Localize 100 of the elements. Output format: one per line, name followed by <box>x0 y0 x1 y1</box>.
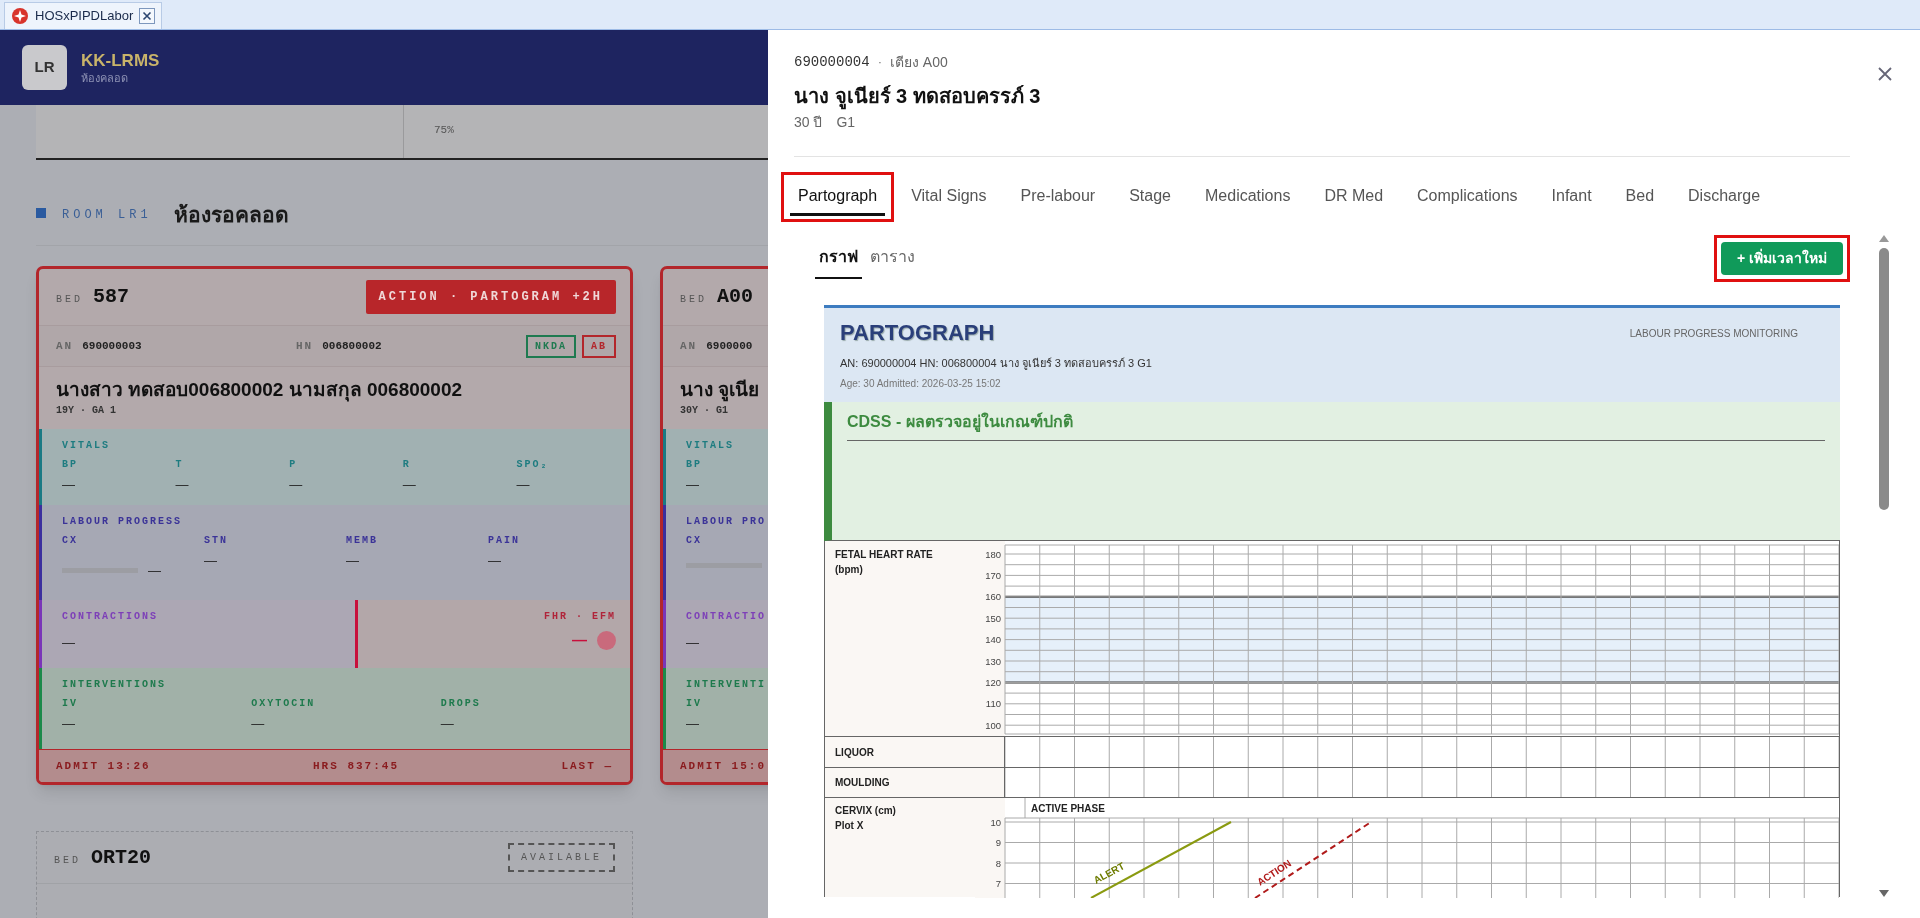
tab-title: HOSxPIPDLabor <box>35 7 134 26</box>
room-code: ROOM LR1 <box>62 207 152 224</box>
row-label: CERVIX (cm) <box>835 804 896 818</box>
axis-tick-label: 10 <box>990 816 1001 828</box>
bed-card[interactable]: BED A00 AN 6900000 นาง จูเนีย 30Y · G1 VITALS BP — LABOUR PRO CX CONTRACTIO — INTERVENTI IV — ADMIT 15:0 <box>660 266 768 785</box>
phase-label: ACTIVE PHASE <box>1031 803 1105 814</box>
separator-dot: · <box>877 53 882 72</box>
tab[interactable]: Discharge <box>1671 172 1778 222</box>
status-badge: AVAILABLE <box>508 843 615 872</box>
field-label: CX <box>686 534 702 547</box>
tab[interactable]: Partograph <box>781 172 895 222</box>
tab[interactable]: Pre-labour <box>1003 172 1113 222</box>
tab[interactable]: DR Med <box>1307 172 1401 222</box>
gravida: G1 <box>836 113 856 132</box>
row-label: MOULDING <box>835 776 890 790</box>
an-label: AN <box>680 338 698 354</box>
fhr-value: — <box>572 630 587 650</box>
axis-tick-label: 100 <box>985 719 1001 731</box>
tab[interactable]: Stage <box>1112 172 1188 222</box>
section-title: LABOUR PRO <box>686 515 767 528</box>
field-label: BP <box>62 458 78 471</box>
add-time-button[interactable]: + เพิ่มเวลาใหม่ <box>1713 235 1850 282</box>
close-icon[interactable] <box>139 8 156 24</box>
field-value: — <box>440 715 454 730</box>
row-label: Plot X <box>835 819 864 833</box>
footer-text: ADMIT 15:0 <box>680 758 766 774</box>
patient-name: นาง จูเนีย <box>680 378 761 402</box>
bed-label: BED <box>56 293 83 307</box>
field-value: — <box>62 715 75 730</box>
field-value: — <box>488 552 501 567</box>
axis-tick-label: 120 <box>985 676 1001 688</box>
field-value: — <box>62 476 75 491</box>
bed-card[interactable] <box>36 266 633 785</box>
section-title: INTERVENTI <box>686 678 767 691</box>
field-value: — <box>402 476 416 491</box>
bed-card[interactable]: BED ORT20 AVAILABLE <box>36 831 633 918</box>
an-label: AN <box>56 338 74 354</box>
field-value: — <box>62 634 75 649</box>
field-label: IV <box>62 697 78 710</box>
section-title: FHR · EFM <box>544 610 616 623</box>
field-value: — <box>686 476 699 491</box>
room-name: ห้องรอคลอด <box>173 202 289 228</box>
field-value: — <box>251 715 265 730</box>
sheet-subtitle: LABOUR PROGRESS MONITORING <box>1629 327 1798 341</box>
field-label: OXYTOCIN <box>251 697 316 710</box>
axis-tick-label: 9 <box>995 837 1001 848</box>
alert-badge: ACTION · PARTOGRAM +2H <box>365 280 616 314</box>
row-label: FETAL HEART RATE (bpm) <box>835 548 934 577</box>
bed-number: 587 <box>93 284 130 310</box>
tab[interactable]: Medications <box>1188 172 1308 222</box>
logo-badge: LR <box>22 45 67 90</box>
tab[interactable]: Complications <box>1400 172 1535 222</box>
close-icon[interactable] <box>1877 66 1893 82</box>
an-number: 6900000 <box>706 338 753 354</box>
row-label: LIQUOR <box>835 745 874 760</box>
patient-info: AN: 690000004 HN: 006800004 นาง จูเนียร์ 3 ทดสอบครรภ์ 3 G1 <box>840 356 1152 372</box>
patient-name: นางสาว ทดสอบ006800002 นามสกุล 006800002 <box>56 378 464 402</box>
field-label: T <box>175 458 184 471</box>
section-title: CONTRACTIO <box>686 610 767 623</box>
field-value: — <box>148 562 161 577</box>
field-label: DROPS <box>440 697 481 710</box>
section-title: INTERVENTIONS <box>62 678 167 691</box>
tab[interactable]: Infant <box>1534 172 1609 222</box>
admission-number: 690000004 <box>794 52 870 72</box>
cdss-message: CDSS - ผลตรวจอยู่ในเกณฑ์ปกติ <box>847 413 1073 430</box>
field-label: IV <box>686 697 702 710</box>
tab[interactable]: Bed <box>1608 172 1672 222</box>
field-value: — <box>346 552 359 567</box>
bed-number: A00 <box>717 284 754 310</box>
patient-meta: 30Y · G1 <box>680 404 729 418</box>
room-marker <box>36 208 46 218</box>
bed-info: เตียง A00 <box>889 52 948 72</box>
hn-number: 006800002 <box>322 338 382 354</box>
tab[interactable]: Vital Signs <box>894 172 1004 222</box>
field-value: — <box>686 634 699 649</box>
app-title: KK-LRMS <box>81 50 160 71</box>
app-logo-icon <box>11 7 29 25</box>
an-number: 690000003 <box>82 338 142 354</box>
field-label: P <box>289 458 298 471</box>
field-label: PAIN <box>488 534 520 547</box>
browser-tab[interactable]: HOSxPIPDLabor <box>4 2 163 29</box>
bed-label: BED <box>680 293 707 307</box>
footer-text: HRS 837:45 <box>313 758 399 774</box>
field-label: STN <box>204 534 228 547</box>
field-label: BP <box>686 458 702 471</box>
section-title: VITALS <box>686 439 735 452</box>
hn-label: HN <box>296 338 314 354</box>
subtab[interactable]: ตาราง <box>866 245 919 279</box>
patient-age: 30 ปี <box>794 113 823 132</box>
axis-tick-label: 110 <box>985 698 1001 710</box>
axis-tick-label: 150 <box>985 612 1001 624</box>
app-subtitle: ห้องคลอด <box>81 70 129 85</box>
axis-tick-label: 8 <box>995 857 1001 869</box>
section-title: CONTRACTIONS <box>62 610 159 623</box>
patient-meta: 19Y · GA 1 <box>56 404 117 418</box>
axis-tick-label: 160 <box>985 591 1001 603</box>
footer-text: LAST — <box>561 758 613 774</box>
field-value: — <box>204 552 217 567</box>
section-title: VITALS <box>62 439 111 452</box>
subtab[interactable]: กราฟ <box>815 245 862 279</box>
